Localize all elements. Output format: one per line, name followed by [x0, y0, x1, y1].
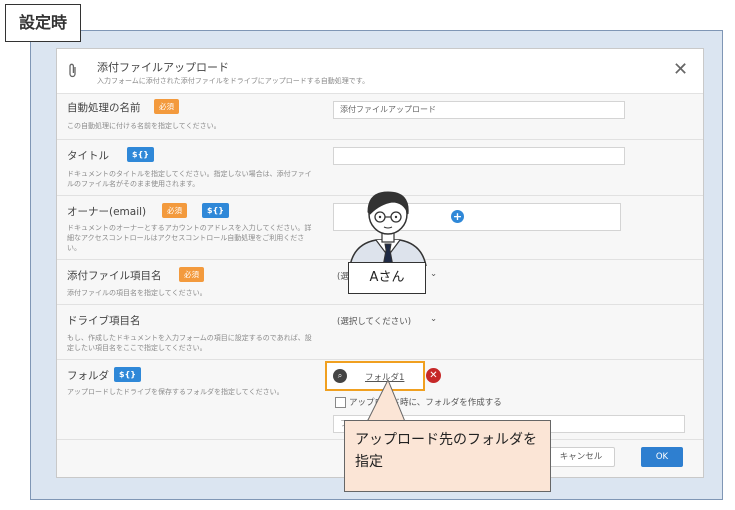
dialog-header: 添付ファイルアップロード 入力フォームに添付された添付ファイルをドライブにアップ… [57, 49, 703, 94]
dialog-title: 添付ファイルアップロード [97, 61, 229, 74]
row-description: この自動処理に付ける名前を指定してください。 [67, 122, 221, 130]
persona-label: Aさん [348, 262, 426, 294]
row-description: アップロードしたドライブを保存するフォルダを指定してください。 [67, 388, 284, 396]
title-input[interactable] [333, 147, 625, 165]
callout-note: アップロード先のフォルダを指定 [344, 420, 551, 492]
chevron-down-icon[interactable]: ⌄ [430, 269, 437, 279]
drive-select[interactable]: (選択してください) [337, 315, 411, 327]
row-label: タイトル [67, 150, 109, 162]
row-label: ドライブ項目名 [67, 315, 141, 327]
dialog-description: 入力フォームに添付された添付ファイルをドライブにアップロードする自動処理です。 [97, 77, 370, 85]
section-tag: 設定時 [5, 4, 81, 42]
chevron-down-icon[interactable]: ⌄ [430, 314, 437, 324]
paperclip-icon [67, 63, 79, 83]
close-icon[interactable]: ✕ [673, 59, 688, 80]
row-description: ドキュメントのタイトルを指定してください。指定しない場合は、添付ファイルのファイ… [67, 170, 312, 188]
ok-button[interactable]: OK [641, 447, 683, 467]
row-drive: ドライブ項目名 もし、作成したドキュメントを入力フォームの項目に設定するのであれ… [57, 304, 703, 360]
variable-badge[interactable]: ${} [114, 367, 141, 382]
required-badge: 必須 [162, 203, 187, 218]
row-label: 自動処理の名前 [67, 102, 141, 114]
row-description: 添付ファイルの項目名を指定してください。 [67, 289, 207, 297]
create-folder-checkbox[interactable] [335, 397, 346, 408]
person-illustration [349, 191, 427, 266]
remove-icon[interactable]: ✕ [426, 368, 441, 383]
row-description: ドキュメントのオーナーとするアカウントのアドレスを入力してください。詳細なアクセ… [67, 224, 312, 252]
add-icon[interactable]: + [451, 210, 464, 223]
required-badge: 必須 [154, 99, 179, 114]
row-label: オーナー(email) [67, 206, 147, 218]
variable-badge[interactable]: ${} [127, 147, 154, 162]
callout-pointer [365, 380, 407, 424]
row-label: 添付ファイル項目名 [67, 270, 162, 282]
row-label: フォルダ [67, 370, 109, 382]
automation-name-input[interactable]: 添付ファイルアップロード [333, 101, 625, 119]
row-automation-name: 自動処理の名前 必須 この自動処理に付ける名前を指定してください。 添付ファイル… [57, 93, 703, 140]
row-description: もし、作成したドキュメントを入力フォームの項目に設定するのであれば、設定したい項… [67, 334, 312, 352]
variable-badge[interactable]: ${} [202, 203, 229, 218]
cancel-button[interactable]: キャンセル [547, 447, 615, 467]
required-badge: 必須 [179, 267, 204, 282]
search-icon[interactable]: ⌕ [333, 369, 347, 383]
